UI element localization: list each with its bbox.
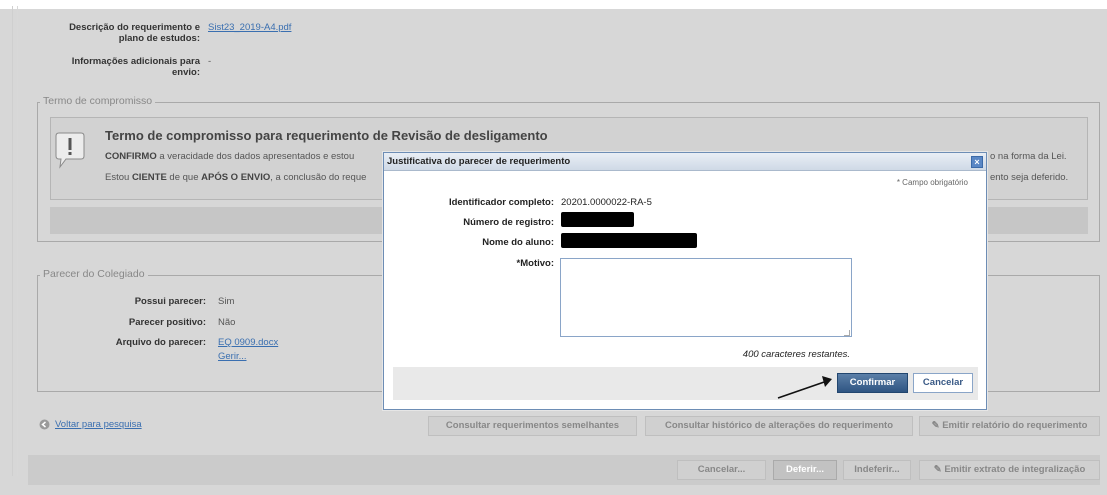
commitment-line-1: CONFIRMO a veracidade dos dados apresent… xyxy=(105,151,355,162)
warning-bubble-icon xyxy=(55,132,85,169)
manage-link[interactable]: Gerir... xyxy=(218,351,247,362)
back-arrow-icon xyxy=(39,419,50,430)
report-button[interactable]: ✎ Emitir relatório do requerimento xyxy=(919,416,1100,436)
additional-info-value: - xyxy=(208,56,212,67)
positive-opinion-value: Não xyxy=(218,317,236,328)
close-icon[interactable]: × xyxy=(971,156,983,168)
has-opinion-label: Possui parecer: xyxy=(134,296,206,307)
back-to-search-link[interactable]: Voltar para pesquisa xyxy=(55,419,142,430)
justification-dialog: Justificativa do parecer de requerimento… xyxy=(383,152,987,410)
full-id-label: Identificador completo: xyxy=(448,197,554,208)
approve-button[interactable]: Deferir... xyxy=(773,460,837,480)
description-label: Descrição do requerimento e plano de est… xyxy=(69,22,200,44)
arrow-pointer-icon xyxy=(777,376,832,399)
student-name-redacted xyxy=(561,233,697,248)
commitment-line-2-tail: ento seja deferido. xyxy=(990,172,1069,183)
cancel-request-button[interactable]: Cancelar... xyxy=(677,460,766,480)
similar-requests-button[interactable]: Consultar requerimentos semelhantes xyxy=(428,416,637,436)
top-strip xyxy=(0,0,1107,9)
confirm-button[interactable]: Confirmar xyxy=(837,373,908,393)
document-icon: ✎ xyxy=(933,464,945,475)
reason-label: *Motivo: xyxy=(516,258,554,269)
cancel-button[interactable]: Cancelar xyxy=(913,373,973,393)
additional-info-label: Informações adicionais para envio: xyxy=(71,56,200,78)
opinion-file-link[interactable]: EQ 0909.docx xyxy=(218,337,278,348)
dialog-title: Justificativa do parecer de requerimento xyxy=(387,156,571,167)
required-field-note: * Campo obrigatório xyxy=(896,178,968,187)
resize-grip[interactable] xyxy=(844,330,850,336)
opinion-file-label: Arquivo do parecer: xyxy=(115,337,206,348)
dialog-titlebar: Justificativa do parecer de requerimento… xyxy=(384,153,986,171)
positive-opinion-label: Parecer positivo: xyxy=(128,317,206,328)
board-legend: Parecer do Colegiado xyxy=(40,268,148,280)
description-file-link[interactable]: Sist23_2019-A4.pdf xyxy=(208,22,291,33)
document-icon: ✎ xyxy=(931,420,943,431)
dialog-footer: Confirmar Cancelar xyxy=(393,367,978,400)
commitment-line-2: Estou CIENTE de que APÓS O ENVIO, a conc… xyxy=(105,172,367,183)
page-border-inner xyxy=(17,6,18,476)
history-button[interactable]: Consultar histórico de alterações do req… xyxy=(645,416,913,436)
page-border xyxy=(12,6,13,476)
registration-number-redacted xyxy=(561,212,634,227)
reason-textarea[interactable] xyxy=(560,258,852,337)
characters-remaining: 400 caracteres restantes. xyxy=(742,349,850,360)
reject-button[interactable]: Indeferir... xyxy=(843,460,911,480)
extract-button[interactable]: ✎ Emitir extrato de integralização xyxy=(919,460,1100,480)
commitment-line-1-tail: o na forma da Lei. xyxy=(990,151,1067,162)
commitment-title: Termo de compromisso para requerimento d… xyxy=(105,128,548,143)
full-id-value: 20201.0000022-RA-5 xyxy=(561,197,652,208)
has-opinion-value: Sim xyxy=(218,296,235,307)
student-name-label: Nome do aluno: xyxy=(482,237,554,248)
registration-number-label: Número de registro: xyxy=(463,217,554,228)
commitment-legend: Termo de compromisso xyxy=(40,95,156,107)
